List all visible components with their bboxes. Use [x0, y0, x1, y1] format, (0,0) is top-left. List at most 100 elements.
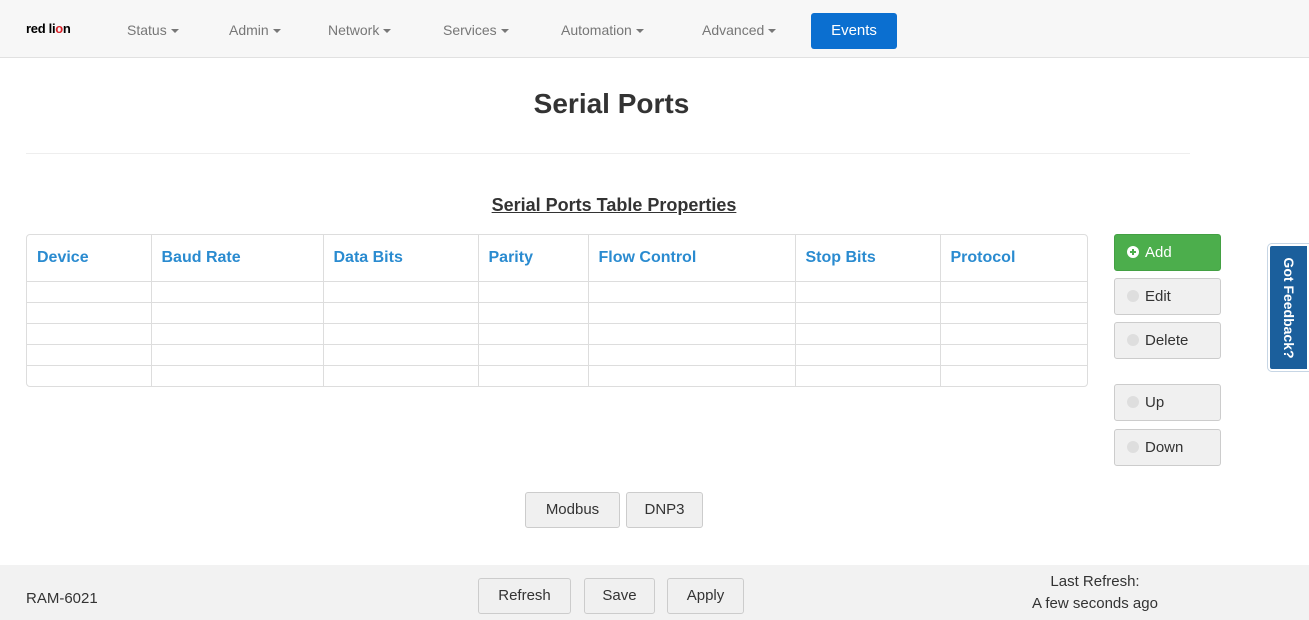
nav-admin-label: Admin	[229, 22, 269, 38]
last-refresh-status: Last Refresh: A few seconds ago	[1010, 571, 1180, 615]
nav-services[interactable]: Services	[443, 22, 509, 38]
table-cell	[588, 302, 796, 324]
column-header-parity[interactable]: Parity	[478, 235, 589, 282]
table-cell	[795, 302, 941, 324]
table-cell	[478, 323, 589, 345]
plus-circle-icon	[1127, 246, 1139, 258]
delete-button[interactable]: Delete	[1114, 322, 1221, 359]
table-cell	[27, 365, 152, 386]
refresh-button[interactable]: Refresh	[478, 578, 571, 614]
table-cell	[151, 365, 324, 386]
table-header-row: Device Baud Rate Data Bits Parity Flow C…	[27, 235, 1087, 282]
table-cell	[940, 281, 1087, 303]
table-cell	[478, 281, 589, 303]
table-cell	[27, 302, 152, 324]
nav-status[interactable]: Status	[127, 22, 179, 38]
add-button[interactable]: Add	[1114, 234, 1221, 271]
footer-bar: RAM-6021 Refresh Save Apply Last Refresh…	[0, 565, 1309, 620]
table-cell	[795, 323, 941, 345]
arrow-down-icon	[1127, 441, 1139, 453]
arrow-up-icon	[1127, 396, 1139, 408]
dnp3-button[interactable]: DNP3	[626, 492, 703, 528]
table-cell	[27, 323, 152, 345]
nav-events-button[interactable]: Events	[811, 13, 897, 49]
column-header-data-bits[interactable]: Data Bits	[323, 235, 479, 282]
table-cell	[795, 365, 941, 386]
table-cell	[478, 344, 589, 366]
table-row[interactable]	[27, 344, 1087, 366]
column-header-flow-control[interactable]: Flow Control	[588, 235, 796, 282]
table-cell	[795, 281, 941, 303]
nav-automation-label: Automation	[561, 22, 632, 38]
table-cell	[940, 344, 1087, 366]
table-row[interactable]	[27, 281, 1087, 303]
table-cell	[940, 365, 1087, 386]
down-button-label: Down	[1145, 439, 1184, 456]
logo-text-accent: o	[55, 21, 63, 36]
table-cell	[323, 302, 479, 324]
minus-circle-icon	[1127, 334, 1139, 346]
up-button[interactable]: Up	[1114, 384, 1221, 421]
last-refresh-label: Last Refresh:	[1050, 573, 1140, 590]
column-header-device[interactable]: Device	[27, 235, 152, 282]
nav-network[interactable]: Network	[328, 22, 392, 38]
table-row[interactable]	[27, 323, 1087, 345]
table-cell	[940, 323, 1087, 345]
chevron-down-icon	[635, 29, 644, 34]
logo-text-left: red li	[26, 21, 56, 36]
delete-button-label: Delete	[1145, 332, 1189, 349]
chevron-down-icon	[500, 29, 509, 34]
table-cell	[323, 344, 479, 366]
table-cell	[478, 365, 589, 386]
table-row[interactable]	[27, 365, 1087, 386]
down-button[interactable]: Down	[1114, 429, 1221, 466]
nav-network-label: Network	[328, 22, 380, 38]
nav-automation[interactable]: Automation	[561, 22, 644, 38]
modbus-button[interactable]: Modbus	[525, 492, 620, 528]
up-button-label: Up	[1145, 394, 1165, 411]
table-cell	[940, 302, 1087, 324]
table-cell	[27, 281, 152, 303]
chevron-down-icon	[170, 29, 179, 34]
table-cell	[151, 344, 324, 366]
nav-status-label: Status	[127, 22, 167, 38]
table-heading: Serial Ports Table Properties	[491, 195, 737, 215]
table-row[interactable]	[27, 302, 1087, 324]
nav-services-label: Services	[443, 22, 497, 38]
nav-admin[interactable]: Admin	[229, 22, 281, 38]
table-cell	[323, 365, 479, 386]
red-lion-logo[interactable]: red lion	[26, 21, 71, 41]
table-cell	[588, 365, 796, 386]
save-button[interactable]: Save	[584, 578, 655, 614]
edit-icon	[1127, 290, 1139, 302]
feedback-tab[interactable]: Got Feedback?	[1267, 243, 1309, 372]
table-cell	[323, 323, 479, 345]
chevron-down-icon	[383, 29, 392, 34]
divider	[26, 153, 1190, 154]
column-header-stop-bits[interactable]: Stop Bits	[795, 235, 941, 282]
table-cell	[27, 344, 152, 366]
table-cell	[478, 302, 589, 324]
feedback-tab-label: Got Feedback?	[1280, 256, 1297, 359]
chevron-down-icon	[272, 29, 281, 34]
apply-button[interactable]: Apply	[667, 578, 744, 614]
top-navbar: red lion Status Admin Network Services A…	[0, 0, 1309, 58]
table-cell	[151, 302, 324, 324]
page-title: Serial Ports	[533, 88, 690, 119]
serial-ports-table: Device Baud Rate Data Bits Parity Flow C…	[26, 234, 1088, 387]
nav-advanced-label: Advanced	[702, 22, 765, 38]
table-cell	[151, 323, 324, 345]
logo-text-right: n	[62, 21, 71, 36]
nav-advanced[interactable]: Advanced	[702, 22, 777, 38]
table-cell	[323, 281, 479, 303]
column-header-baud-rate[interactable]: Baud Rate	[151, 235, 324, 282]
edit-button-label: Edit	[1145, 288, 1171, 305]
chevron-down-icon	[768, 29, 777, 34]
last-refresh-value: A few seconds ago	[1032, 595, 1158, 612]
table-cell	[588, 344, 796, 366]
table-cell	[588, 323, 796, 345]
add-button-label: Add	[1145, 244, 1172, 261]
edit-button[interactable]: Edit	[1114, 278, 1221, 315]
device-name: RAM-6021	[26, 590, 98, 607]
column-header-protocol[interactable]: Protocol	[940, 235, 1087, 282]
